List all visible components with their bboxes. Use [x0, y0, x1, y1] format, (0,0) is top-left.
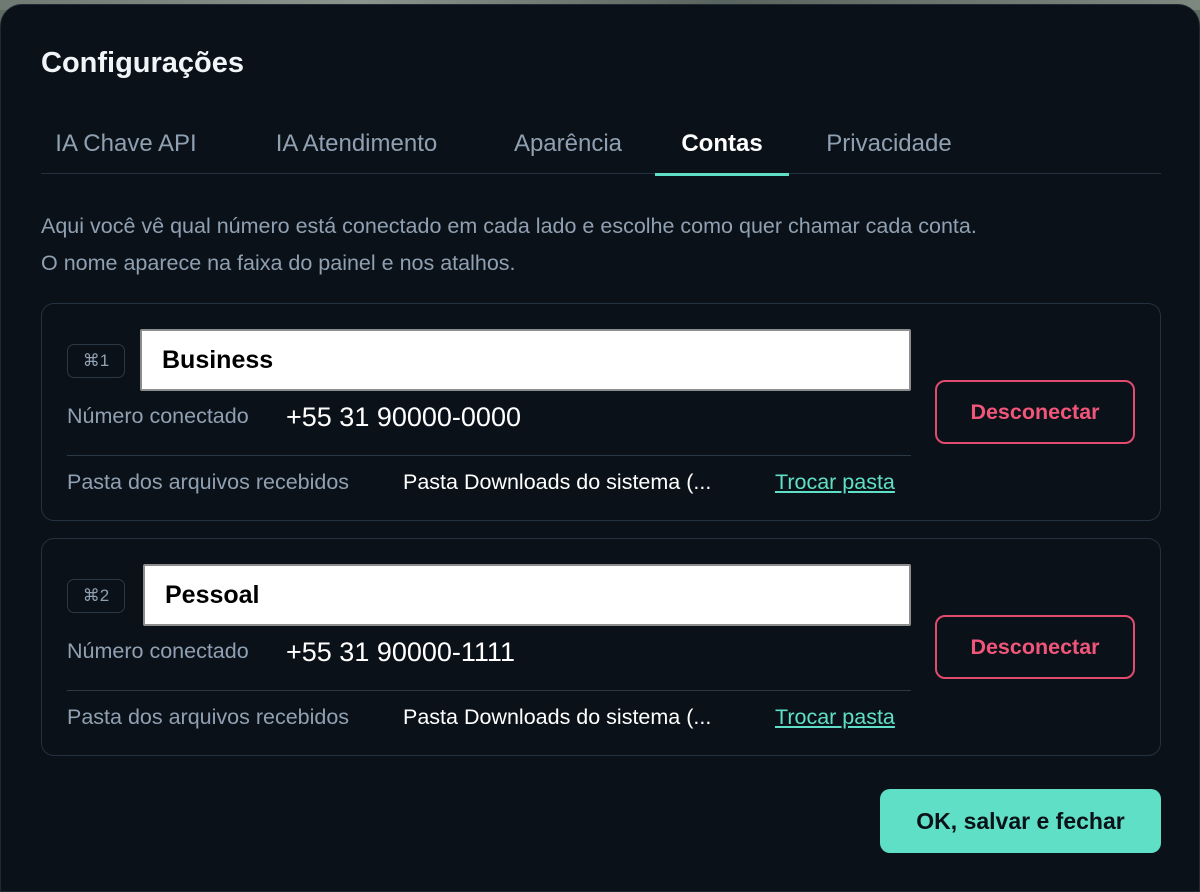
tab-bar: IA Chave API IA Atendimento Aparência Co…: [41, 113, 1161, 176]
description: Aqui você vê qual número está conectado …: [41, 208, 1161, 282]
ok-save-close-button[interactable]: OK, salvar e fechar: [880, 789, 1161, 853]
folder-path: Pasta Downloads do sistema (...: [403, 470, 712, 494]
change-folder-link[interactable]: Trocar pasta: [775, 705, 895, 730]
tab-ia-atendimento[interactable]: IA Atendimento: [244, 113, 469, 174]
settings-dialog: Configurações IA Chave API IA Atendiment…: [0, 4, 1200, 892]
account-name-input[interactable]: [143, 564, 911, 626]
shortcut-badge: ⌘2: [67, 579, 125, 613]
description-line-2: O nome aparece na faixa do painel e nos …: [41, 251, 516, 275]
folder-label: Pasta dos arquivos recebidos: [67, 705, 350, 729]
number-label: Número conectado: [67, 639, 249, 663]
account-name-input[interactable]: [140, 329, 911, 391]
shortcut-badge: ⌘1: [67, 344, 125, 378]
dialog-title: Configurações: [41, 47, 245, 79]
tab-contas[interactable]: Contas: [655, 113, 789, 176]
connected-number: +55 31 90000-1111: [286, 637, 515, 667]
divider: [67, 690, 911, 691]
account-card-1: ⌘1 Número conectado +55 31 90000-0000 Pa…: [41, 303, 1161, 521]
folder-path: Pasta Downloads do sistema (...: [403, 705, 712, 729]
change-folder-link[interactable]: Trocar pasta: [775, 470, 895, 495]
connected-number: +55 31 90000-0000: [286, 402, 521, 432]
divider: [67, 455, 911, 456]
tab-aparencia[interactable]: Aparência: [493, 113, 643, 174]
tab-privacidade[interactable]: Privacidade: [807, 113, 971, 174]
account-card-2: ⌘2 Número conectado +55 31 90000-1111 Pa…: [41, 538, 1161, 756]
number-label: Número conectado: [67, 404, 249, 428]
description-line-1: Aqui você vê qual número está conectado …: [41, 214, 977, 238]
tab-ia-chave-api[interactable]: IA Chave API: [41, 113, 211, 174]
disconnect-button[interactable]: Desconectar: [935, 615, 1135, 679]
disconnect-button[interactable]: Desconectar: [935, 380, 1135, 444]
folder-label: Pasta dos arquivos recebidos: [67, 470, 350, 494]
